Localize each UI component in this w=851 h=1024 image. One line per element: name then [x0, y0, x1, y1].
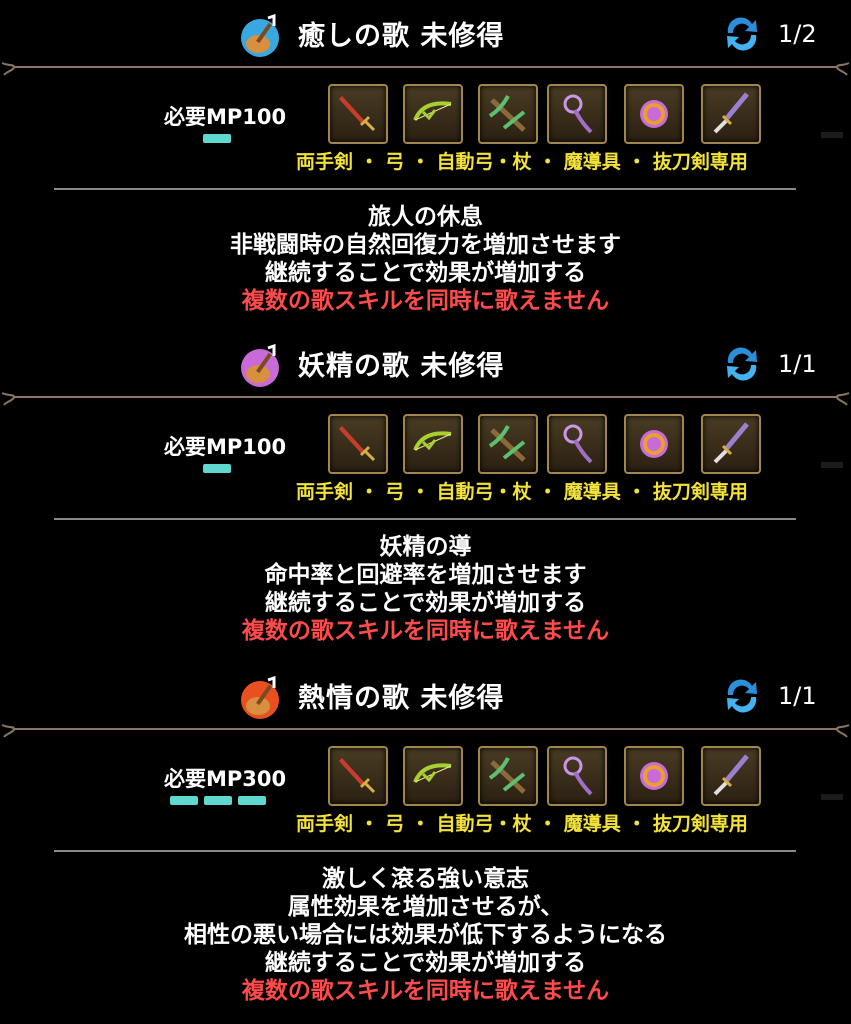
mp-cost-bars	[203, 134, 231, 143]
staff-icon	[547, 84, 607, 144]
skill-title: 癒しの歌 未修得	[298, 21, 505, 52]
mp-cost-bars	[203, 464, 231, 473]
warning-text: 複数の歌スキルを同時に歌えません	[241, 288, 610, 314]
weapon-icons	[328, 414, 768, 474]
guitar-note-icon	[241, 676, 279, 719]
refresh-icon[interactable]	[722, 345, 762, 383]
staff-icon	[547, 414, 607, 474]
desc-line: 旅人の休息	[368, 204, 483, 230]
mp-bar	[170, 796, 198, 805]
warning-text: 複数の歌スキルを同時に歌えません	[241, 978, 610, 1004]
desc-line: 継続することで効果が増加する	[264, 260, 587, 286]
crossbow-icon	[478, 84, 538, 144]
guitar-note-icon	[241, 344, 279, 387]
separator	[54, 850, 796, 852]
crossbow-icon	[478, 746, 538, 806]
song-skill-panel-1: 癒しの歌 未修得 1/2 必要MP100 両手剣 ・ 弓 ・ 自動弓・杖 ・ 魔…	[0, 0, 851, 330]
desc-line: 妖精の導	[379, 534, 472, 560]
skill-level: 1/1	[778, 682, 817, 710]
skill-level: 1/1	[778, 350, 817, 378]
warning-text: 複数の歌スキルを同時に歌えません	[241, 618, 610, 644]
mp-bar	[203, 464, 231, 473]
mp-requirement: 必要MP100	[164, 435, 287, 459]
magic-ring-icon	[624, 84, 684, 144]
weapon-restriction: 両手剣 ・ 弓 ・ 自動弓・杖 ・ 魔導具 ・ 抜刀剣専用	[296, 813, 748, 835]
desc-line: 継続することで効果が増加する	[264, 590, 587, 616]
katana-icon	[701, 746, 761, 806]
scroll-edge	[821, 462, 843, 468]
sword-icon	[328, 84, 388, 144]
skill-description: 旅人の休息 非戦闘時の自然回復力を増加させます 継続することで効果が増加する 複…	[0, 203, 851, 315]
skill-level: 1/2	[778, 20, 817, 48]
crossbow-icon	[478, 414, 538, 474]
frame-divider	[0, 392, 851, 406]
desc-line: 非戦闘時の自然回復力を増加させます	[230, 232, 621, 258]
separator	[54, 518, 796, 520]
mp-requirement: 必要MP100	[164, 105, 287, 129]
refresh-icon[interactable]	[722, 15, 762, 53]
bow-icon	[403, 414, 463, 474]
katana-icon	[701, 414, 761, 474]
katana-icon	[701, 84, 761, 144]
mp-bar	[204, 796, 232, 805]
scroll-edge	[821, 132, 843, 138]
magic-ring-icon	[624, 746, 684, 806]
sword-icon	[328, 414, 388, 474]
magic-ring-icon	[624, 414, 684, 474]
staff-icon	[547, 746, 607, 806]
bow-icon	[403, 746, 463, 806]
frame-divider	[0, 62, 851, 76]
guitar-note-icon	[241, 14, 279, 57]
weapon-restriction: 両手剣 ・ 弓 ・ 自動弓・杖 ・ 魔導具 ・ 抜刀剣専用	[296, 481, 748, 503]
sword-icon	[328, 746, 388, 806]
song-skill-panel-3: 熱情の歌 未修得 1/1 必要MP300 両手剣 ・ 弓 ・ 自動弓・杖 ・ 魔…	[0, 662, 851, 1024]
skill-header: 妖精の歌 未修得 1/1	[0, 330, 851, 394]
frame-divider	[0, 724, 851, 738]
skill-description: 激しく滾る強い意志 属性効果を増加させるが、 相性の悪い場合には効果が低下するよ…	[0, 865, 851, 1005]
skill-title: 妖精の歌 未修得	[298, 351, 505, 382]
skill-description: 妖精の導 命中率と回避率を増加させます 継続することで効果が増加する 複数の歌ス…	[0, 533, 851, 645]
mp-cost-bars	[170, 796, 266, 805]
weapon-icons	[328, 84, 768, 144]
weapon-restriction: 両手剣 ・ 弓 ・ 自動弓・杖 ・ 魔導具 ・ 抜刀剣専用	[296, 151, 748, 173]
skill-header: 熱情の歌 未修得 1/1	[0, 662, 851, 726]
separator	[54, 188, 796, 190]
mp-requirement: 必要MP300	[164, 767, 287, 791]
bow-icon	[403, 84, 463, 144]
desc-line: 属性効果を増加させるが、	[287, 894, 564, 920]
weapon-icons	[328, 746, 768, 806]
skill-title: 熱情の歌 未修得	[298, 683, 505, 714]
desc-line: 継続することで効果が増加する	[264, 950, 587, 976]
song-skill-panel-2: 妖精の歌 未修得 1/1 必要MP100 両手剣 ・ 弓 ・ 自動弓・杖 ・ 魔…	[0, 330, 851, 662]
mp-bar	[238, 796, 266, 805]
desc-line: 激しく滾る強い意志	[322, 866, 529, 892]
desc-line: 相性の悪い場合には効果が低下するようになる	[184, 922, 667, 948]
skill-header: 癒しの歌 未修得 1/2	[0, 0, 851, 64]
refresh-icon[interactable]	[722, 677, 762, 715]
scroll-edge	[821, 794, 843, 800]
desc-line: 命中率と回避率を増加させます	[264, 562, 587, 588]
mp-bar	[203, 134, 231, 143]
